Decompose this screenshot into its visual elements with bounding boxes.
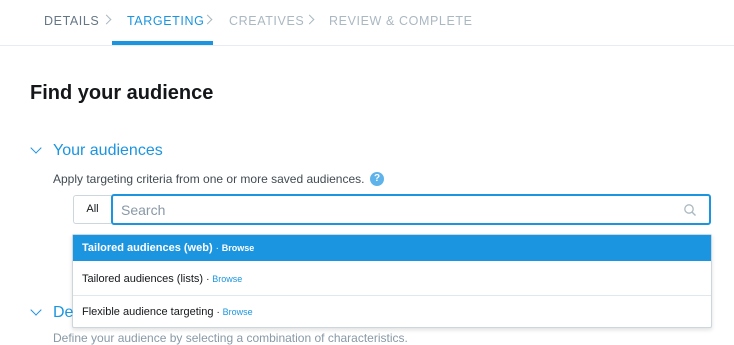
browse-link[interactable]: Browse <box>223 307 253 317</box>
chevron-right-icon <box>304 14 315 25</box>
dropdown-divider <box>73 295 711 296</box>
help-icon[interactable]: ? <box>370 172 384 186</box>
section-title-your-audiences[interactable]: Your audiences <box>53 142 163 160</box>
dropdown-item-label: Flexible audience targeting <box>82 306 214 318</box>
audience-dropdown: Tailored audiences (web) · Browse Tailor… <box>72 234 712 328</box>
chevron-right-icon <box>101 14 112 25</box>
progress-steps: DETAILS TARGETING CREATIVES REVIEW & COM… <box>0 0 734 46</box>
active-step-indicator <box>112 41 213 45</box>
dropdown-item-tailored-web[interactable]: Tailored audiences (web) · Browse <box>73 235 711 261</box>
search-input[interactable] <box>121 200 661 220</box>
dropdown-item-flexible-targeting[interactable]: Flexible audience targeting · Browse <box>73 299 711 325</box>
audience-filter-select[interactable]: All <box>73 195 111 224</box>
browse-link[interactable]: Browse <box>212 274 242 284</box>
step-targeting[interactable]: TARGETING <box>127 14 204 28</box>
audience-search-box[interactable] <box>111 194 711 225</box>
step-review-complete: REVIEW & COMPLETE <box>329 14 473 28</box>
step-details[interactable]: DETAILS <box>44 14 99 28</box>
dropdown-item-label: Tailored audiences (web) <box>82 242 213 254</box>
chevron-down-icon[interactable] <box>30 142 42 154</box>
section-title-demographics[interactable]: De <box>53 304 73 322</box>
chevron-down-icon[interactable] <box>30 304 42 316</box>
section-description: Define your audience by selecting a comb… <box>53 331 408 345</box>
search-icon[interactable] <box>683 203 697 217</box>
page-title: Find your audience <box>30 82 214 104</box>
dropdown-item-tailored-lists[interactable]: Tailored audiences (lists) · Browse <box>73 266 711 292</box>
dropdown-item-label: Tailored audiences (lists) <box>82 273 204 285</box>
section-description: Apply targeting criteria from one or mor… <box>53 172 365 186</box>
step-creatives: CREATIVES <box>229 14 305 28</box>
browse-link[interactable]: Browse <box>222 243 255 253</box>
